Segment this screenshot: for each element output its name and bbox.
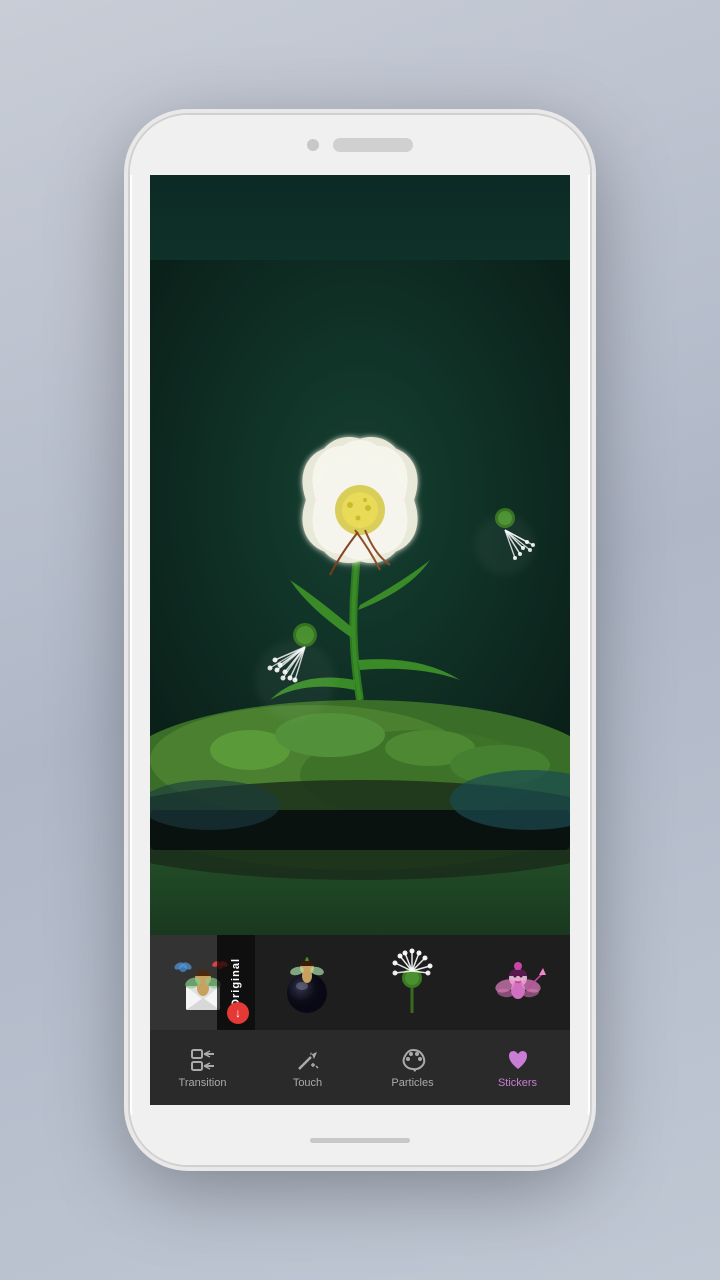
tab-touch[interactable]: Touch: [255, 1030, 360, 1105]
stickers-icon: [505, 1047, 531, 1073]
sticker-item-fairy2[interactable]: [465, 935, 570, 1030]
transition-icon: [190, 1047, 216, 1073]
tab-stickers[interactable]: Stickers: [465, 1030, 570, 1105]
tab-stickers-label: Stickers: [498, 1077, 537, 1089]
sticker-strip: Original ↓: [150, 935, 570, 1030]
sticker-item-orb[interactable]: [255, 935, 360, 1030]
phone-screen: Original ↓: [150, 175, 570, 1105]
bottom-toolbar: Original ↓: [150, 935, 570, 1105]
phone-bottom: [130, 1115, 590, 1165]
phone-top-bar: [130, 115, 590, 175]
tab-touch-label: Touch: [293, 1077, 322, 1089]
download-badge[interactable]: ↓: [227, 1002, 249, 1024]
tab-transition[interactable]: Transition: [150, 1030, 255, 1105]
home-indicator: [310, 1138, 410, 1143]
touch-icon: [295, 1047, 321, 1073]
phone-frame: Original ↓: [130, 115, 590, 1165]
original-text: Original: [230, 958, 242, 1008]
image-area: [150, 175, 570, 935]
tab-particles-label: Particles: [391, 1077, 433, 1089]
tab-transition-label: Transition: [179, 1077, 227, 1089]
sticker-item-fairy1[interactable]: Original ↓: [150, 935, 255, 1030]
nav-tabs: Transition Touch: [150, 1030, 570, 1105]
tab-particles[interactable]: Particles: [360, 1030, 465, 1105]
speaker-grille: [333, 138, 413, 152]
front-camera: [307, 139, 319, 151]
sticker-item-feather[interactable]: [360, 935, 465, 1030]
download-arrow-icon: ↓: [235, 1007, 241, 1019]
particles-icon: [400, 1047, 426, 1073]
